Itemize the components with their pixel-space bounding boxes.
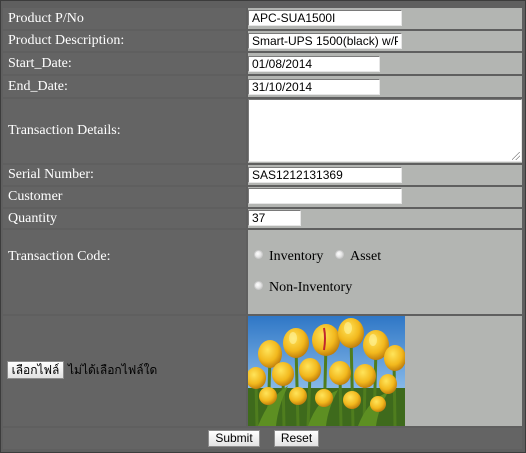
value-cell-quantity xyxy=(248,209,522,228)
label-product-no: Product P/No xyxy=(3,8,246,29)
start-date-input[interactable] xyxy=(248,56,380,72)
value-cell-start-date xyxy=(248,53,522,74)
label-quantity: Quantity xyxy=(3,209,246,228)
value-cell-product-description xyxy=(248,31,522,51)
quantity-input[interactable] xyxy=(248,210,301,226)
resize-grip-icon[interactable] xyxy=(512,152,520,160)
label-customer: Customer xyxy=(3,187,246,207)
label-start-date: Start_Date: xyxy=(3,53,246,74)
value-cell-transaction-code: Inventory Asset Non-Inventory xyxy=(248,230,522,314)
value-cell-customer xyxy=(248,187,522,207)
label-transaction-code: Transaction Code: xyxy=(3,230,246,314)
radio-label-asset: Asset xyxy=(350,249,382,264)
file-upload-cell: เลือกไฟล์ ไม่ได้เลือกไฟล์ใด xyxy=(3,316,246,426)
product-form: Product P/No Product Description: Start_… xyxy=(0,0,526,453)
file-status-text: ไม่ได้เลือกไฟล์ใด xyxy=(68,363,158,377)
radio-label-non-inventory: Non-Inventory xyxy=(269,280,353,295)
product-no-input[interactable] xyxy=(248,10,402,26)
label-end-date: End_Date: xyxy=(3,76,246,97)
value-cell-end-date xyxy=(248,76,522,97)
choose-file-button[interactable]: เลือกไฟล์ xyxy=(7,361,64,379)
label-product-description: Product Description: xyxy=(3,31,246,51)
value-cell-serial-number xyxy=(248,165,522,185)
radio-non-inventory[interactable] xyxy=(254,281,263,290)
radio-label-inventory: Inventory xyxy=(269,249,324,264)
end-date-input[interactable] xyxy=(248,79,380,95)
radio-inventory[interactable] xyxy=(254,250,263,259)
buttons-row: Submit Reset xyxy=(3,428,522,449)
reset-button[interactable]: Reset xyxy=(274,430,319,447)
label-serial-number: Serial Number: xyxy=(3,165,246,185)
tulip-photo-image xyxy=(248,316,405,426)
value-cell-transaction-details xyxy=(248,99,522,163)
label-transaction-details: Transaction Details: xyxy=(3,99,246,163)
transaction-details-textarea[interactable] xyxy=(248,99,522,162)
product-description-input[interactable] xyxy=(248,33,402,49)
serial-number-input[interactable] xyxy=(248,167,402,183)
value-cell-product-no xyxy=(248,8,522,29)
submit-button[interactable]: Submit xyxy=(208,430,260,447)
customer-input[interactable] xyxy=(248,188,402,204)
radio-asset[interactable] xyxy=(335,250,344,259)
